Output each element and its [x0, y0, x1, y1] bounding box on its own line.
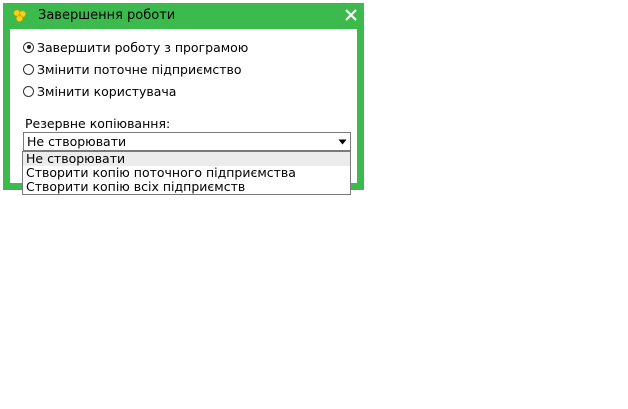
backup-label: Резервне копіювання:: [25, 116, 171, 131]
radio-change-user[interactable]: [23, 85, 34, 97]
close-icon: [345, 9, 357, 21]
option-change-enterprise[interactable]: Змінити поточне підприємство: [23, 60, 242, 78]
backup-select[interactable]: Не створювати: [23, 132, 351, 151]
title-bar[interactable]: Завершення роботи: [3, 3, 364, 29]
option-exit-program[interactable]: Завершити роботу з програмою: [23, 38, 248, 56]
radio-change-enterprise[interactable]: [23, 63, 34, 75]
close-button[interactable]: [342, 6, 360, 24]
app-flower-icon: [12, 8, 28, 24]
option-change-user-label: Змінити користувача: [37, 83, 177, 99]
dropdown-item-no-backup[interactable]: Не створювати: [23, 152, 350, 166]
option-change-enterprise-label: Змінити поточне підприємство: [37, 61, 242, 77]
radio-exit-program[interactable]: [23, 41, 34, 53]
dialog-title: Завершення роботи: [38, 8, 176, 23]
chevron-down-icon[interactable]: [334, 133, 350, 150]
backup-dropdown-list: Не створювати Створити копію поточного п…: [22, 151, 351, 195]
dropdown-item-backup-current[interactable]: Створити копію поточного підприємства: [23, 166, 350, 180]
option-change-user[interactable]: Змінити користувача: [23, 82, 176, 100]
dropdown-item-backup-all[interactable]: Створити копію всіх підприємств: [23, 180, 350, 194]
backup-select-value: Не створювати: [27, 134, 127, 149]
option-exit-program-label: Завершити роботу з програмою: [37, 39, 249, 55]
